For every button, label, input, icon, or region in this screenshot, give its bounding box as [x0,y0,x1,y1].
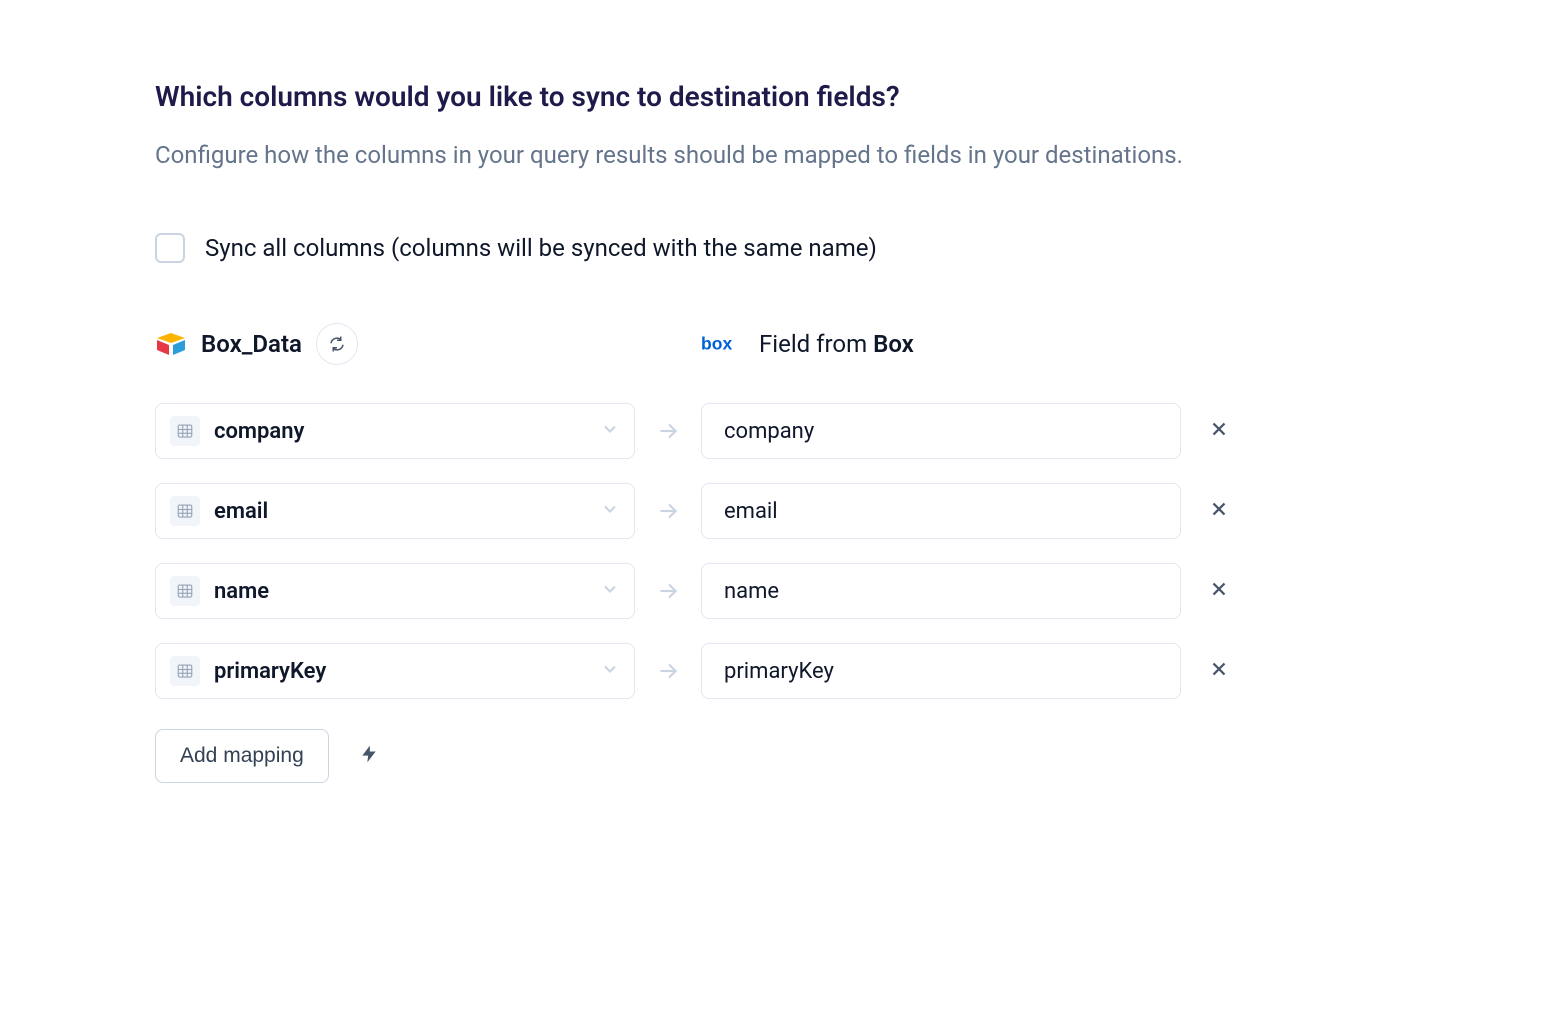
sync-all-checkbox[interactable] [155,233,185,263]
mapping-row: primaryKey primaryKey [155,643,1391,699]
mapping-row: name name [155,563,1391,619]
chevron-down-icon [600,579,620,603]
dest-field-value: name [724,579,779,604]
dest-field-value: company [724,419,814,444]
chevron-down-icon [600,499,620,523]
page-subheading: Configure how the columns in your query … [155,137,1391,173]
dest-field-input[interactable]: primaryKey [701,643,1181,699]
svg-text:box: box [701,334,732,354]
table-icon [170,576,200,606]
arrow-right-icon [635,418,701,444]
add-mapping-label: Add mapping [180,744,304,768]
close-icon [1208,498,1230,524]
box-logo-icon: box [701,332,745,356]
arrow-right-icon [635,658,701,684]
source-column-value: company [214,419,600,444]
dest-field-input[interactable]: company [701,403,1181,459]
add-mapping-button[interactable]: Add mapping [155,729,329,783]
dest-field-value: primaryKey [724,659,834,684]
source-header: Box_Data [155,323,635,365]
table-icon [170,496,200,526]
dest-field-input[interactable]: email [701,483,1181,539]
airtable-logo-icon [155,330,187,358]
dest-label-prefix: Field from [759,330,873,358]
mappings-container: company company email email [155,403,1391,699]
source-column-select[interactable]: company [155,403,635,459]
source-column-value: email [214,499,600,524]
remove-mapping-button[interactable] [1197,409,1241,453]
chevron-down-icon [600,419,620,443]
remove-mapping-button[interactable] [1197,489,1241,533]
remove-mapping-button[interactable] [1197,569,1241,613]
dest-label: Field from Box [759,330,914,358]
columns-header: Box_Data box Field from Box [155,323,1391,365]
dest-label-name: Box [873,330,914,358]
source-column-select[interactable]: email [155,483,635,539]
sync-all-label: Sync all columns (columns will be synced… [205,234,877,262]
close-icon [1208,578,1230,604]
add-mapping-row: Add mapping [155,729,1391,783]
remove-mapping-button[interactable] [1197,649,1241,693]
refresh-icon [328,335,346,353]
mapping-row: email email [155,483,1391,539]
close-icon [1208,658,1230,684]
dest-field-value: email [724,499,778,524]
page-heading: Which columns would you like to sync to … [155,80,1391,113]
close-icon [1208,418,1230,444]
source-column-value: name [214,579,600,604]
sync-all-row: Sync all columns (columns will be synced… [155,233,1391,263]
source-label: Box_Data [201,330,302,358]
mapping-row: company company [155,403,1391,459]
chevron-down-icon [600,659,620,683]
source-column-select[interactable]: name [155,563,635,619]
source-column-value: primaryKey [214,659,600,684]
arrow-right-icon [635,578,701,604]
lightning-icon[interactable] [359,744,379,768]
table-icon [170,416,200,446]
dest-field-input[interactable]: name [701,563,1181,619]
source-column-select[interactable]: primaryKey [155,643,635,699]
arrow-right-icon [635,498,701,524]
table-icon [170,656,200,686]
refresh-button[interactable] [316,323,358,365]
dest-header: box Field from Box [701,330,914,358]
